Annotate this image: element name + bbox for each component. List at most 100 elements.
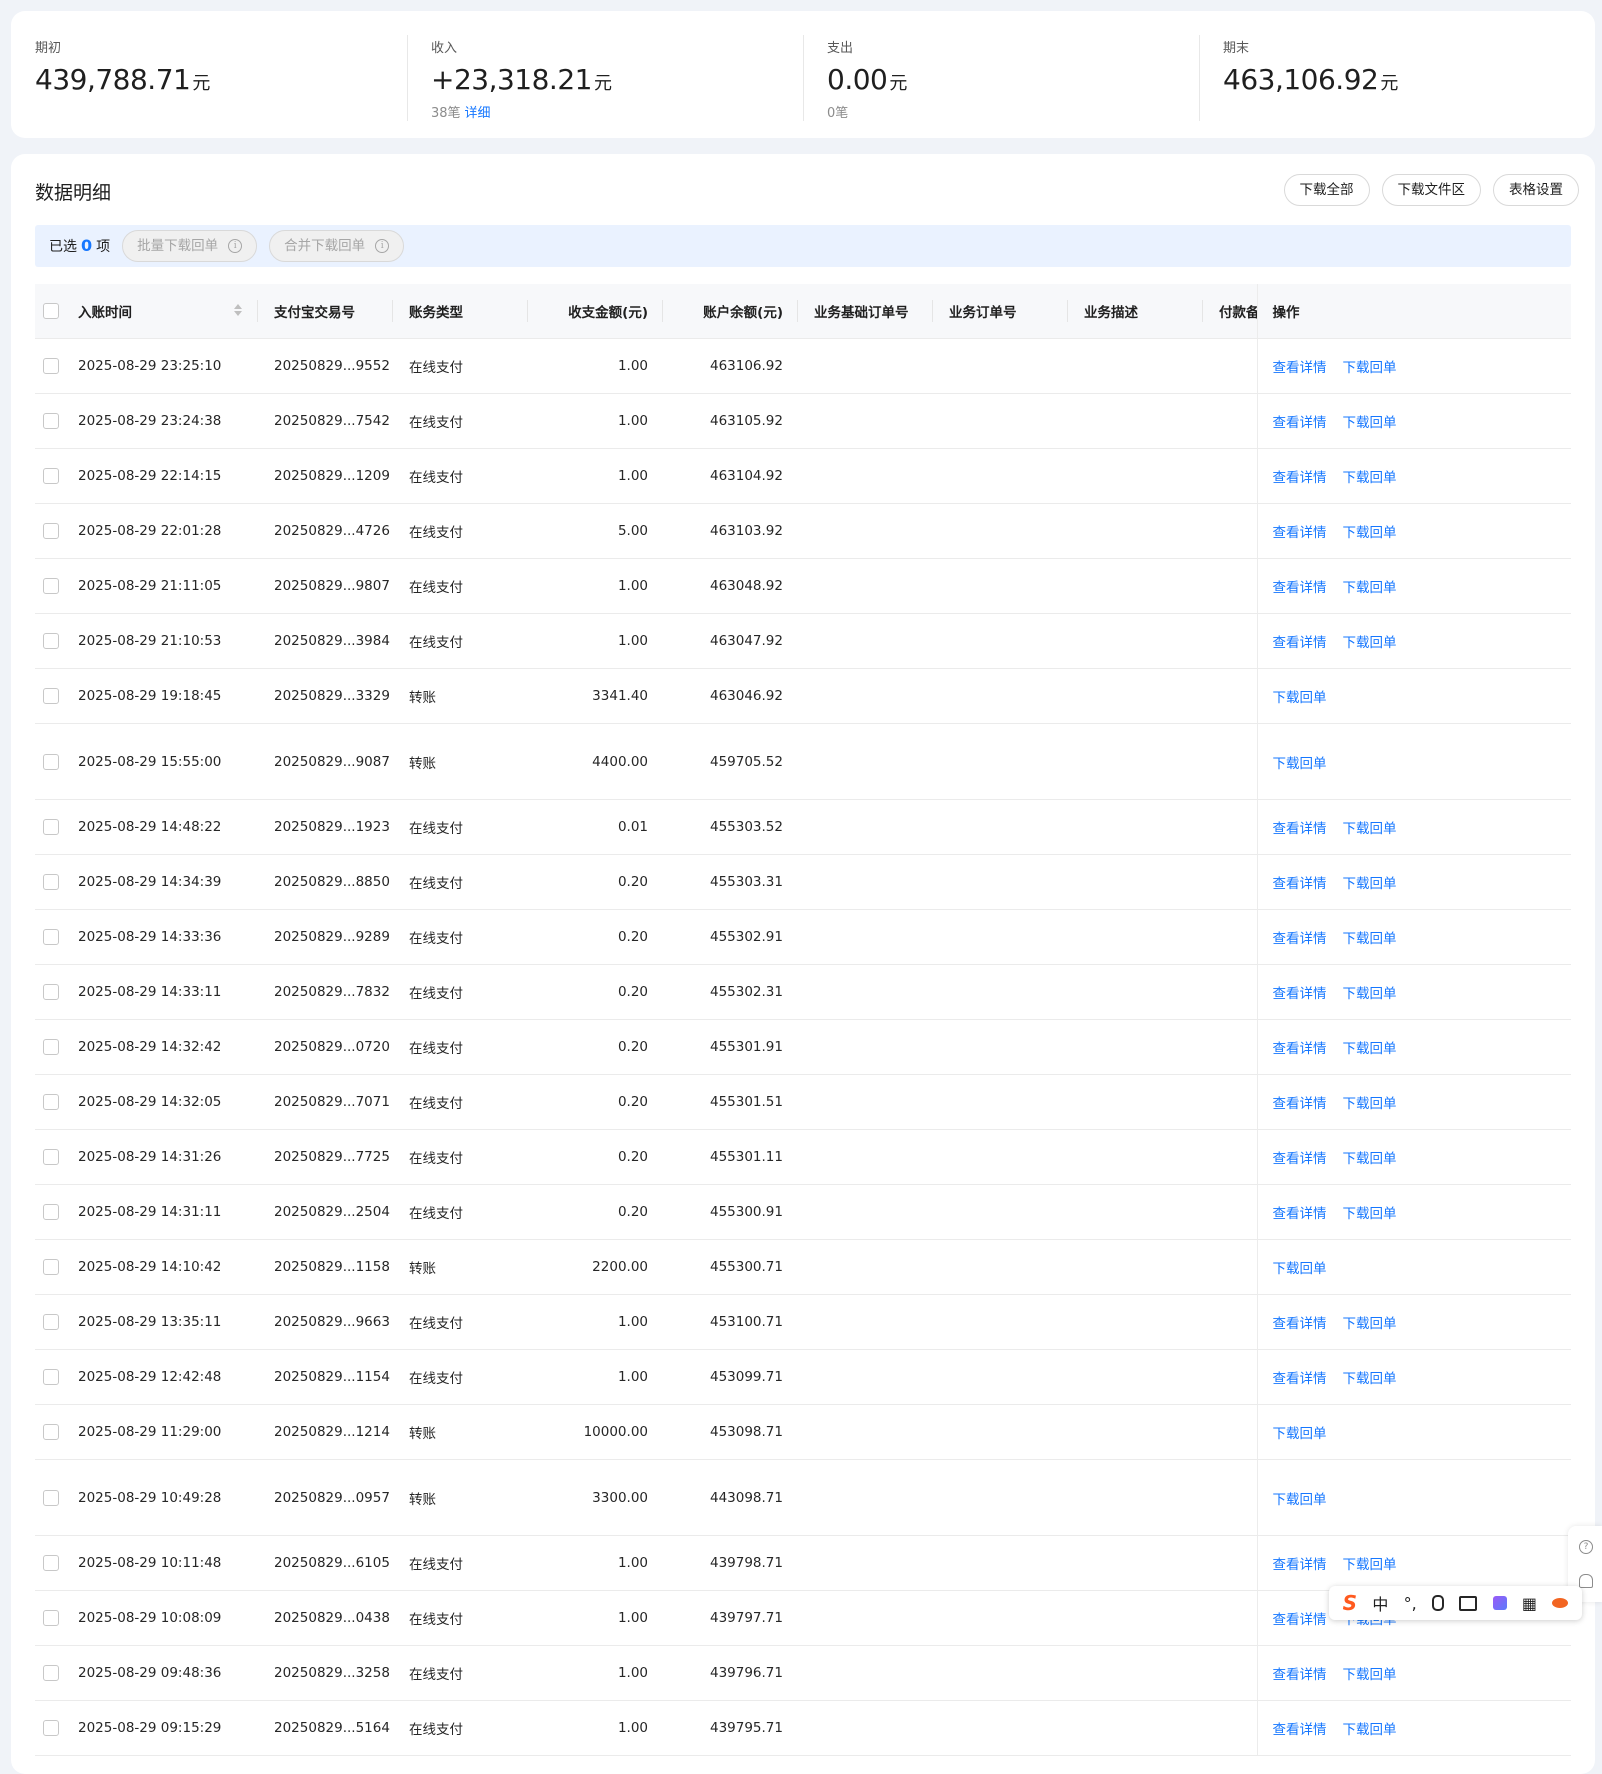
row-checkbox[interactable] (43, 523, 59, 539)
cell-time: 2025-08-29 22:01:28 (78, 503, 258, 559)
skin-icon[interactable] (1492, 1596, 1507, 1610)
unit: 元 (593, 73, 612, 94)
cell-actions: 下载回单 (1256, 668, 1571, 724)
download-area-button[interactable]: 下载文件区 (1381, 174, 1481, 206)
download-receipt-link[interactable]: 下载回单 (1273, 1261, 1327, 1277)
merge-download-button[interactable]: 合并下载回单 i (269, 230, 405, 262)
row-checkbox[interactable] (43, 1259, 59, 1275)
batch-download-button[interactable]: 批量下载回单 i (122, 230, 258, 262)
row-checkbox[interactable] (43, 1149, 59, 1165)
row-checkbox[interactable] (43, 358, 59, 374)
cell-order (933, 1645, 1068, 1701)
cell-base-order (798, 1074, 933, 1130)
view-detail-link[interactable]: 查看详情 (1273, 1667, 1327, 1683)
download-receipt-link[interactable]: 下载回单 (1343, 360, 1397, 376)
view-detail-link[interactable]: 查看详情 (1273, 1096, 1327, 1112)
download-receipt-link[interactable]: 下载回单 (1273, 756, 1327, 772)
row-checkbox[interactable] (43, 929, 59, 945)
download-receipt-link[interactable]: 下载回单 (1343, 821, 1397, 837)
download-receipt-link[interactable]: 下载回单 (1343, 1316, 1397, 1332)
view-detail-link[interactable]: 查看详情 (1273, 635, 1327, 651)
cell-base-order (798, 1404, 933, 1460)
view-detail-link[interactable]: 查看详情 (1273, 1557, 1327, 1573)
row-checkbox[interactable] (43, 413, 59, 429)
row-checkbox[interactable] (43, 633, 59, 649)
download-receipt-link[interactable]: 下载回单 (1343, 580, 1397, 596)
view-detail-link[interactable]: 查看详情 (1273, 1206, 1327, 1222)
download-receipt-link[interactable]: 下载回单 (1343, 1667, 1397, 1683)
ime-mode-toggle[interactable]: 中 (1372, 1591, 1388, 1615)
selection-suffix: 项 (96, 239, 111, 255)
download-receipt-link[interactable]: 下载回单 (1343, 931, 1397, 947)
table-settings-button[interactable]: 表格设置 (1493, 174, 1579, 206)
cell-trade-no: 20250829...0720 (258, 1019, 393, 1075)
download-receipt-link[interactable]: 下载回单 (1343, 1041, 1397, 1057)
download-receipt-link[interactable]: 下载回单 (1343, 1206, 1397, 1222)
row-checkbox[interactable] (43, 1489, 59, 1506)
download-receipt-link[interactable]: 下载回单 (1273, 1426, 1327, 1442)
row-checkbox[interactable] (43, 1665, 59, 1681)
microphone-icon[interactable] (1432, 1595, 1444, 1611)
row-checkbox[interactable] (43, 1555, 59, 1571)
cell-amount: 1.00 (528, 613, 663, 669)
download-receipt-link[interactable]: 下载回单 (1343, 1096, 1397, 1112)
view-detail-link[interactable]: 查看详情 (1273, 1316, 1327, 1332)
view-detail-link[interactable]: 查看详情 (1273, 415, 1327, 431)
row-checkbox[interactable] (43, 1204, 59, 1220)
row-checkbox[interactable] (43, 1610, 59, 1626)
sogou-logo-icon[interactable]: S (1343, 1591, 1357, 1615)
cell-time: 2025-08-29 13:35:11 (78, 1294, 258, 1350)
info-circle-icon[interactable]: i (375, 239, 390, 253)
view-detail-link[interactable]: 查看详情 (1273, 580, 1327, 596)
toolbox-grid-icon[interactable]: ▦ (1522, 1594, 1537, 1613)
mascot-icon[interactable] (1552, 1598, 1569, 1608)
download-receipt-link[interactable]: 下载回单 (1343, 1151, 1397, 1167)
view-detail-link[interactable]: 查看详情 (1273, 821, 1327, 837)
row-checkbox[interactable] (43, 468, 59, 484)
keyboard-icon[interactable] (1459, 1595, 1478, 1611)
row-checkbox[interactable] (43, 1314, 59, 1330)
header-time[interactable]: 入账时间 (78, 284, 258, 339)
view-detail-link[interactable]: 查看详情 (1273, 1371, 1327, 1387)
view-detail-link[interactable]: 查看详情 (1273, 470, 1327, 486)
download-all-button[interactable]: 下载全部 (1283, 174, 1370, 206)
row-checkbox[interactable] (43, 1424, 59, 1440)
view-detail-link[interactable]: 查看详情 (1273, 876, 1327, 892)
help-icon[interactable]: ? (1579, 1540, 1593, 1554)
download-receipt-link[interactable]: 下载回单 (1343, 470, 1397, 486)
view-detail-link[interactable]: 查看详情 (1273, 931, 1327, 947)
download-receipt-link[interactable]: 下载回单 (1273, 690, 1327, 706)
download-receipt-link[interactable]: 下载回单 (1273, 1492, 1327, 1508)
row-checkbox[interactable] (43, 1039, 59, 1055)
view-detail-link[interactable]: 查看详情 (1273, 1041, 1327, 1057)
row-checkbox[interactable] (43, 688, 59, 704)
row-checkbox[interactable] (43, 578, 59, 594)
view-detail-link[interactable]: 查看详情 (1273, 986, 1327, 1002)
row-checkbox[interactable] (43, 874, 59, 890)
download-receipt-link[interactable]: 下载回单 (1343, 1557, 1397, 1573)
row-checkbox[interactable] (43, 1369, 59, 1385)
view-detail-link[interactable]: 查看详情 (1273, 1722, 1327, 1738)
view-detail-link[interactable]: 查看详情 (1273, 525, 1327, 541)
select-all-checkbox[interactable] (43, 303, 59, 319)
row-checkbox[interactable] (43, 1094, 59, 1110)
row-checkbox[interactable] (43, 1720, 59, 1736)
cell-order (933, 1074, 1068, 1130)
download-receipt-link[interactable]: 下载回单 (1343, 635, 1397, 651)
view-detail-link[interactable]: 查看详情 (1273, 360, 1327, 376)
download-receipt-link[interactable]: 下载回单 (1343, 876, 1397, 892)
row-checkbox[interactable] (43, 819, 59, 835)
row-checkbox[interactable] (43, 984, 59, 1000)
download-receipt-link[interactable]: 下载回单 (1343, 415, 1397, 431)
download-receipt-link[interactable]: 下载回单 (1343, 1722, 1397, 1738)
download-receipt-link[interactable]: 下载回单 (1343, 986, 1397, 1002)
view-detail-link[interactable]: 查看详情 (1273, 1612, 1327, 1628)
download-receipt-link[interactable]: 下载回单 (1343, 1371, 1397, 1387)
income-detail-link[interactable]: 详细 (465, 106, 491, 121)
headset-icon[interactable] (1579, 1574, 1593, 1588)
view-detail-link[interactable]: 查看详情 (1273, 1151, 1327, 1167)
ime-punct-toggle[interactable]: °, (1404, 1594, 1417, 1613)
info-circle-icon[interactable]: i (228, 239, 243, 253)
row-checkbox[interactable] (43, 753, 59, 770)
download-receipt-link[interactable]: 下载回单 (1343, 525, 1397, 541)
